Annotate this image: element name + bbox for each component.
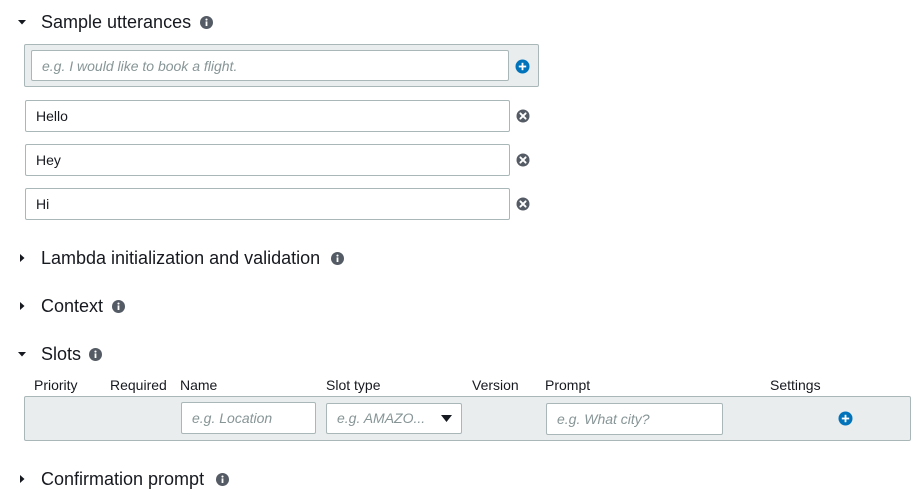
utterance-text: Hey: [36, 152, 61, 168]
info-icon[interactable]: [112, 300, 125, 313]
slots-section-header[interactable]: Slots: [0, 340, 120, 368]
caret-right-icon[interactable]: [16, 473, 28, 485]
caret-right-icon[interactable]: [16, 252, 28, 264]
new-utterance-input[interactable]: [31, 50, 509, 81]
column-header-settings: Settings: [770, 377, 821, 393]
sample-utterances-header[interactable]: Sample utterances: [0, 8, 240, 36]
section-title: Slots: [41, 344, 82, 364]
info-icon[interactable]: [331, 252, 344, 265]
context-section-header[interactable]: Context: [0, 292, 140, 320]
column-header-required: Required: [110, 377, 167, 393]
caret-down-icon[interactable]: [16, 348, 28, 360]
column-header-priority: Priority: [34, 377, 78, 393]
slot-prompt-input[interactable]: [546, 403, 723, 435]
column-header-prompt: Prompt: [545, 377, 591, 393]
utterance-item[interactable]: Hi: [25, 188, 510, 220]
info-icon[interactable]: [216, 473, 229, 486]
slot-type-placeholder: e.g. AMAZO...: [337, 410, 426, 426]
utterance-item[interactable]: Hello: [25, 100, 510, 132]
column-header-name: Name: [180, 377, 218, 393]
x-circle-icon[interactable]: [516, 197, 530, 211]
slot-type-select[interactable]: e.g. AMAZO...: [326, 403, 462, 434]
plus-circle-icon[interactable]: [515, 59, 530, 74]
column-header-version: Version: [472, 377, 519, 393]
slot-name-input[interactable]: [181, 402, 316, 434]
info-icon[interactable]: [89, 348, 102, 361]
x-circle-icon[interactable]: [516, 153, 530, 167]
column-header-slot-type: Slot type: [326, 377, 381, 393]
section-title: Context: [41, 296, 104, 316]
utterance-item[interactable]: Hey: [25, 144, 510, 176]
dropdown-arrow-icon: [441, 415, 452, 422]
utterance-text: Hello: [36, 108, 68, 124]
utterance-text: Hi: [36, 196, 50, 212]
section-title: Sample utterances: [41, 12, 192, 32]
lambda-section-header[interactable]: Lambda initialization and validation: [0, 244, 360, 272]
new-slot-row: [24, 396, 911, 441]
x-circle-icon[interactable]: [516, 109, 530, 123]
plus-circle-icon[interactable]: [838, 411, 853, 426]
section-title: Lambda initialization and validation: [41, 248, 321, 268]
caret-right-icon[interactable]: [16, 300, 28, 312]
section-title: Confirmation prompt: [41, 469, 205, 489]
confirmation-prompt-header[interactable]: Confirmation prompt: [0, 465, 240, 493]
info-icon[interactable]: [200, 16, 213, 29]
caret-down-icon[interactable]: [16, 16, 28, 28]
